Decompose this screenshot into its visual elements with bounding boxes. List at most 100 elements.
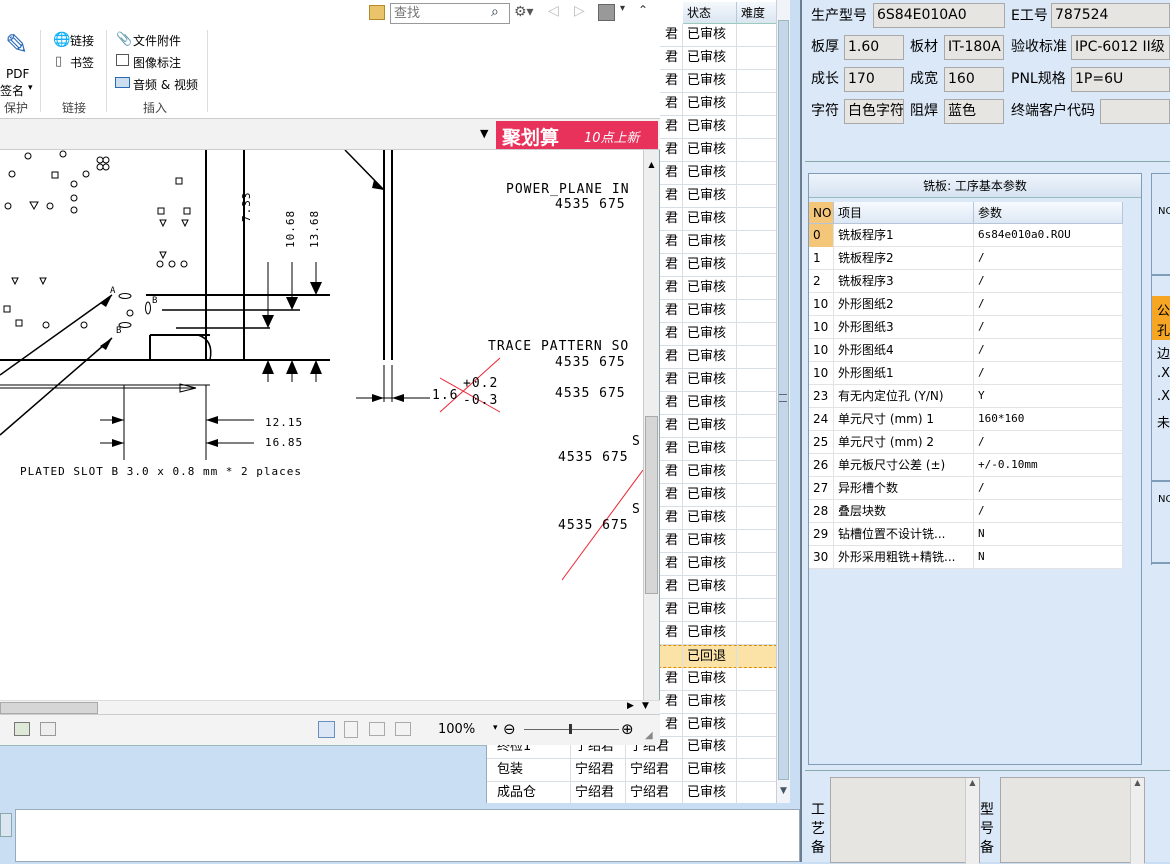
operator-cell: 宁绍君 xyxy=(571,759,626,782)
length-field[interactable]: 170 xyxy=(844,67,904,92)
customer-code-field[interactable] xyxy=(1100,99,1170,124)
table-row[interactable]: 成品仓 宁绍君 宁绍君 已审核 xyxy=(487,782,777,805)
grid-row[interactable]: 28 叠层块数 / xyxy=(809,500,1123,523)
facing-view-icon[interactable] xyxy=(369,722,385,736)
image-mark-icon xyxy=(116,54,129,66)
ad-banner[interactable]: 聚划算 10点上新 xyxy=(496,121,658,149)
char-field[interactable]: 白色字符 xyxy=(844,99,904,124)
pdf-drawing-canvas[interactable]: 7.33 10.68 13.68 12.15 16.85 +0.2 1.6 -0… xyxy=(0,150,643,700)
approver-cell: 君 xyxy=(661,392,683,415)
scroll-down-icon[interactable]: ▼ xyxy=(777,786,790,800)
table-row[interactable]: 包装 宁绍君 宁绍君 已审核 xyxy=(487,759,777,782)
model-field[interactable]: 6S84E010A0 xyxy=(873,3,1005,28)
grid-row[interactable]: 25 单元尺寸 (mm) 2/ xyxy=(809,431,1123,454)
grid-item-cell: 异形槽个数 xyxy=(834,477,974,500)
grid-row[interactable]: 10 外形图纸3/ xyxy=(809,316,1123,339)
pdf-scroll-down-icon[interactable]: ▼ xyxy=(642,701,654,714)
zoom-out-icon[interactable]: ⊖ xyxy=(503,720,516,738)
pdf-scroll-thumb[interactable] xyxy=(645,416,658,594)
width-field[interactable]: 160 xyxy=(944,67,1004,92)
table-vertical-scrollbar[interactable]: ▼ xyxy=(776,0,790,803)
zoom-level[interactable]: 100% xyxy=(438,722,475,737)
grid-row[interactable]: 26 单元板尺寸公差 (±) +/-0.10mm xyxy=(809,454,1123,477)
footer-input[interactable] xyxy=(15,809,800,862)
column-header-difficulty[interactable]: 难度 xyxy=(737,2,777,24)
status-cell: 已审核 xyxy=(683,415,737,438)
prev-icon[interactable]: ◁ xyxy=(548,3,559,19)
single-page-view-icon[interactable] xyxy=(318,721,335,738)
user-dropdown-icon[interactable]: ▾ xyxy=(620,3,625,14)
standard-field[interactable]: IPC-6012 II级 xyxy=(1071,35,1170,60)
footer-button[interactable] xyxy=(0,813,12,837)
pdf-hscroll-thumb[interactable] xyxy=(0,702,98,714)
grid-row[interactable]: 27 异形槽个数 / xyxy=(809,477,1123,500)
file-attach-button[interactable]: 文件附件 xyxy=(133,31,181,51)
pdf-scroll-up-icon[interactable]: ▲ xyxy=(645,160,658,174)
status-cell: 已审核 xyxy=(683,116,737,139)
column-header-status[interactable]: 状态 xyxy=(683,2,737,24)
grid-row[interactable]: 2 铣板程序3/ xyxy=(809,270,1123,293)
eng-field[interactable]: 787524 xyxy=(1051,3,1170,28)
continuous-view-icon[interactable] xyxy=(344,721,358,738)
grid-row[interactable]: 10 外形图纸4/ xyxy=(809,339,1123,362)
grid-header-no[interactable]: NO xyxy=(809,202,834,224)
tolerance-plus: +0.2 xyxy=(463,376,499,391)
gear-icon[interactable]: ⚙▾ xyxy=(514,4,534,20)
difficulty-cell xyxy=(737,47,777,70)
status-cell: 已审核 xyxy=(683,277,737,300)
model-notes-textarea[interactable]: ▲ xyxy=(1000,777,1145,864)
pdf-horizontal-scrollbar[interactable]: ▶ ▼ xyxy=(0,700,660,714)
pdf-sign-label2[interactable]: 签名 xyxy=(0,81,24,101)
copy-icon[interactable] xyxy=(40,722,56,736)
search-icon[interactable]: ⌕ xyxy=(491,4,499,20)
pnl-field[interactable]: 1P=6U xyxy=(1071,67,1170,92)
pdf-vertical-scrollbar[interactable]: ▲ xyxy=(643,150,659,700)
difficulty-cell xyxy=(737,622,777,645)
audio-video-button[interactable]: 音频 & 视频 xyxy=(133,75,198,95)
approver-cell: 君 xyxy=(661,438,683,461)
ad-dropdown-icon[interactable]: ▼ xyxy=(480,127,488,140)
next-icon[interactable]: ▷ xyxy=(574,3,585,19)
grid-row[interactable]: 29 钻槽位置不设计铣... N xyxy=(809,523,1123,546)
collapse-ribbon-icon[interactable]: ⌃ xyxy=(638,3,648,17)
folder-search-icon[interactable] xyxy=(369,5,385,20)
material-field[interactable]: IT-180A xyxy=(944,35,1004,60)
link-button[interactable]: 链接 xyxy=(70,31,94,51)
mask-field[interactable]: 蓝色 xyxy=(944,99,1004,124)
grid-row[interactable]: 10 外形图纸1/ xyxy=(809,362,1123,385)
pen-sign-icon: ✎ xyxy=(5,28,29,61)
grid-row[interactable]: 1 铣板程序2/ xyxy=(809,247,1123,270)
grid-row[interactable]: 10 外形图纸2/ xyxy=(809,293,1123,316)
cover-view-icon[interactable] xyxy=(395,722,411,736)
approver-cell: 君 xyxy=(661,162,683,185)
grid-row[interactable]: 23 有无内定位孔 (Y/N) Y xyxy=(809,385,1123,408)
grid-row[interactable]: 30 外形采用粗铣+精铣... N xyxy=(809,546,1123,569)
resize-grip-icon[interactable]: ◢ xyxy=(645,730,653,741)
image-mark-button[interactable]: 图像标注 xyxy=(133,53,181,73)
user-icon[interactable] xyxy=(598,4,615,21)
zoom-in-icon[interactable]: ⊕ xyxy=(621,720,634,738)
footer-area xyxy=(0,803,800,862)
bookmark-button[interactable]: 书签 xyxy=(70,53,94,73)
zoom-dropdown-icon[interactable]: ▾ xyxy=(493,723,498,733)
grid-row[interactable]: 24 单元尺寸 (mm) 1 160*160 xyxy=(809,408,1123,431)
dim-label-2: 10.68 xyxy=(284,209,297,248)
status-cell: 已审核 xyxy=(683,714,737,737)
sign-dropdown-icon[interactable]: ▾ xyxy=(28,83,33,93)
grid-param-cell: / xyxy=(974,293,1123,316)
pdf-scroll-right-icon[interactable]: ▶ xyxy=(627,701,639,714)
grid-header-item[interactable]: 项目 xyxy=(834,202,974,224)
status-cell: 已回退 xyxy=(683,646,737,669)
export-icon[interactable] xyxy=(14,722,30,736)
approver-cell: 君 xyxy=(661,530,683,553)
craft-notes-textarea[interactable]: ▲ xyxy=(830,777,980,864)
mark-b2: B xyxy=(152,296,159,306)
zoom-slider-thumb[interactable] xyxy=(569,724,572,734)
dim-label-3: 13.68 xyxy=(308,209,321,248)
grid-item-cell: 铣板程序2 xyxy=(834,247,974,270)
grid-row[interactable]: 0 铣板程序1 6s84e010a0.ROU xyxy=(809,224,1123,247)
status-cell: 已审核 xyxy=(683,759,737,782)
thickness-field[interactable]: 1.60 xyxy=(844,35,904,60)
difficulty-cell xyxy=(737,507,777,530)
grid-header-param[interactable]: 参数 xyxy=(974,202,1123,224)
